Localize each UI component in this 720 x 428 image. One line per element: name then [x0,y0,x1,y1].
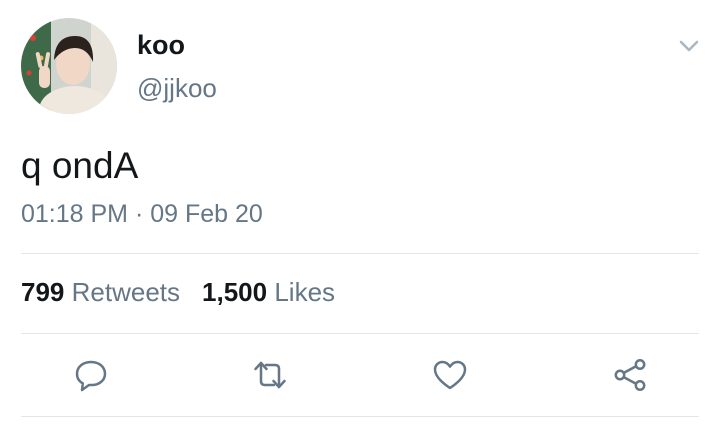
tweet-date: 09 Feb 20 [150,200,263,228]
tweet-card: koo @jjkoo q ondA 01:18 PM · 09 Feb 20 7… [0,0,720,428]
likes-stat[interactable]: 1,500 Likes [202,277,335,307]
share-icon [614,359,646,391]
reply-button[interactable] [73,357,109,393]
divider [21,253,699,254]
retweet-icon [254,361,286,389]
user-handle[interactable]: @jjkoo [137,71,217,105]
reply-icon [75,360,107,392]
avatar[interactable] [21,18,117,114]
meta-separator: · [134,200,144,228]
divider [21,333,699,334]
retweets-label: Retweets [71,277,181,307]
likes-label: Likes [274,277,336,307]
likes-count: 1,500 [202,277,268,307]
chevron-down-icon[interactable] [676,36,702,56]
like-icon [433,360,467,390]
retweets-stat[interactable]: 799 Retweets [21,277,180,307]
divider [21,416,699,417]
share-button[interactable] [612,357,648,393]
like-button[interactable] [432,357,468,393]
tweet-timestamp[interactable]: 01:18 PM · 09 Feb 20 [21,197,263,231]
tweet-stats: 799 Retweets 1,500 Likes [21,275,335,309]
retweets-count: 799 [21,277,65,307]
tweet-text: q ondA [21,145,139,186]
display-name[interactable]: koo [137,28,185,62]
tweet-time: 01:18 PM [21,200,129,228]
retweet-button[interactable] [252,357,288,393]
